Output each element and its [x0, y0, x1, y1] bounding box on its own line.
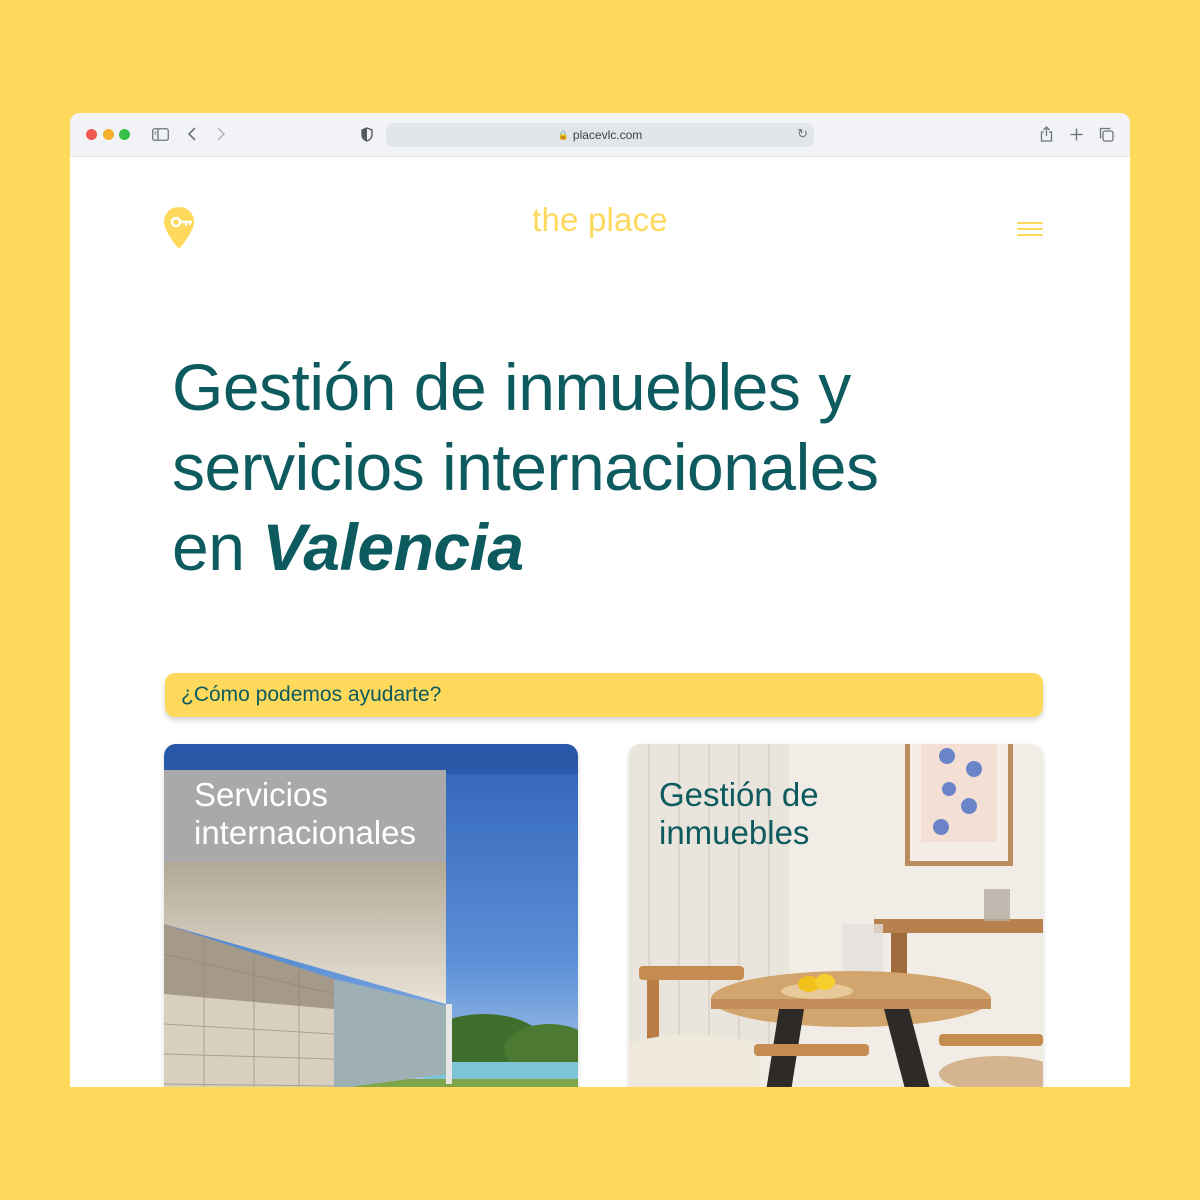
tabs-overview-icon[interactable]	[1098, 124, 1114, 144]
card-title: Gestión de inmuebles	[659, 776, 819, 852]
hamburger-menu-icon[interactable]	[1015, 219, 1045, 239]
brand-name[interactable]: the place	[70, 201, 1130, 239]
card-servicios-internacionales[interactable]: Servicios internacionales	[164, 744, 578, 1087]
maximize-window-button[interactable]	[119, 129, 130, 140]
help-dropdown[interactable]: ¿Cómo podemos ayudarte?	[165, 673, 1043, 717]
url-text: placevlc.com	[572, 128, 643, 142]
card-title-line-1: Servicios	[194, 776, 328, 813]
card-title-line-2: inmuebles	[659, 814, 810, 851]
lock-icon: 🔒	[557, 129, 569, 140]
card-gestion-inmuebles[interactable]: Gestión de inmuebles	[629, 744, 1043, 1087]
minimize-window-button[interactable]	[103, 129, 114, 140]
share-icon[interactable]	[1038, 124, 1054, 144]
card-title: Servicios internacionales	[194, 776, 416, 852]
back-icon[interactable]	[184, 124, 200, 144]
close-window-button[interactable]	[86, 129, 97, 140]
privacy-shield-icon[interactable]	[359, 124, 375, 144]
headline-city: Valencia	[262, 510, 524, 584]
headline-line-1: Gestión de inmuebles y	[172, 350, 851, 424]
card-title-line-2: internacionales	[194, 814, 416, 851]
address-bar[interactable]: 🔒 placevlc.com ↻	[386, 123, 814, 147]
reload-icon[interactable]: ↻	[797, 126, 808, 142]
headline-line-3-prefix: en	[172, 510, 263, 584]
help-label: ¿Cómo podemos ayudarte?	[181, 683, 442, 706]
sidebar-icon[interactable]	[150, 124, 170, 144]
new-tab-icon[interactable]	[1068, 124, 1084, 144]
web-page: the place Gestión de inmuebles y servici…	[70, 157, 1130, 1087]
card-title-line-1: Gestión de	[659, 776, 819, 813]
forward-icon[interactable]	[213, 124, 229, 144]
hero-headline: Gestión de inmuebles y servicios interna…	[172, 347, 1032, 587]
browser-toolbar: 🔒 placevlc.com ↻	[70, 113, 1130, 157]
headline-line-2: servicios internacionales	[172, 430, 879, 504]
browser-window: 🔒 placevlc.com ↻ the place Gestión de in…	[70, 113, 1130, 1087]
